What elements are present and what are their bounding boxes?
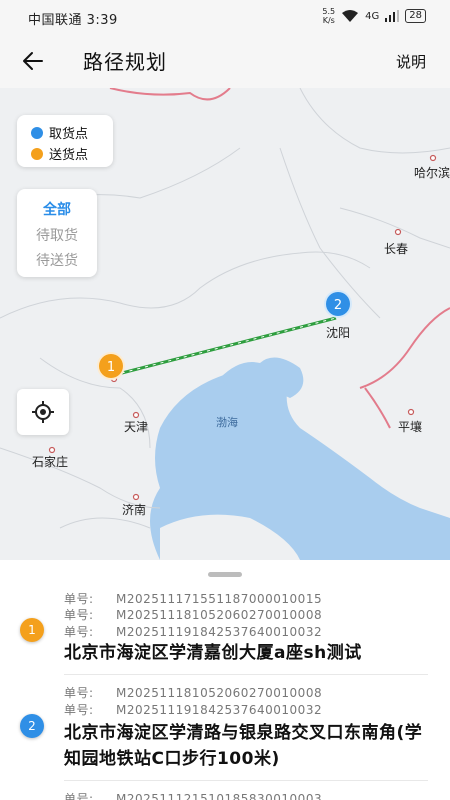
order-number-label: 单号: (64, 792, 94, 800)
help-button[interactable]: 说明 (396, 51, 426, 72)
status-bar: 中国联通 3:39 5.5 K/s 4G 28 (0, 0, 450, 34)
order-number-row: 单号: M20251117155118700001001​5 (64, 590, 322, 607)
order-number-value: M20251119184253764001003​2 (116, 703, 323, 717)
order-number-label: 单号: (64, 625, 94, 639)
delivery-dot-icon (31, 147, 43, 160)
map-marker-delivery[interactable]: 1 (97, 352, 125, 380)
locate-button[interactable] (17, 389, 69, 435)
order-number-row: 单号: M20251119184253764001003​2 (64, 701, 322, 718)
order-address: 北京市海淀区学清路与银泉路交叉口东南角(学知园地铁站C口步行100米) (64, 723, 423, 769)
order-number-row: 单号: M20251118105206027001000​8 (64, 684, 322, 701)
pickup-dot-icon (31, 126, 43, 139)
order-number-row: 单号: M20251119184253764001003​2 (64, 623, 322, 640)
legend-delivery-label: 送货点 (49, 148, 89, 163)
order-badge[interactable]: 2 (20, 714, 44, 738)
speed-unit: K/s (322, 16, 335, 25)
network-speed: 5.5 K/s (322, 7, 335, 25)
order-number-value: M20251119184253764001003​2 (116, 625, 323, 639)
legend-delivery: 送货点 (31, 144, 88, 163)
filter-panel: 全部 待取货 待送货 (17, 189, 97, 277)
order-number-row: 单号: M20251112151018583001000​3 (64, 790, 322, 800)
sheet-drag-handle[interactable] (208, 572, 242, 577)
battery-indicator: 28 (405, 9, 426, 23)
route-map[interactable]: 哈尔滨 长春 沈阳 天津 石家庄 济南 平壤 渤海 1 2 取货点 送货点 全部… (0, 88, 450, 560)
order-number-label: 单号: (64, 608, 94, 622)
order-number-value: M20251118105206027001000​8 (116, 686, 323, 700)
crosshair-icon (32, 401, 54, 423)
map-legend: 取货点 送货点 (17, 115, 113, 167)
cell-signal-icon (385, 10, 400, 22)
order-number-value: M20251118105206027001000​8 (116, 608, 323, 622)
order-badge[interactable]: 1 (20, 618, 44, 642)
map-marker-pickup[interactable]: 2 (324, 290, 352, 318)
legend-pickup: 取货点 (31, 123, 88, 142)
arrow-left-icon (23, 52, 43, 70)
filter-pending-delivery[interactable]: 待送货 (17, 250, 97, 270)
legend-pickup-label: 取货点 (49, 127, 89, 142)
wifi-icon (342, 10, 359, 22)
order-number-row: 单号: M20251118105206027001000​8 (64, 606, 322, 623)
app-bar: 路径规划 说明 (0, 34, 450, 88)
back-button[interactable] (20, 48, 46, 74)
order-number-label: 单号: (64, 703, 94, 717)
carrier-time: 中国联通 3:39 (28, 13, 118, 28)
page-title: 路径规划 (83, 50, 167, 74)
order-number-label: 单号: (64, 592, 94, 606)
filter-pending-pickup[interactable]: 待取货 (17, 225, 97, 245)
signal-label: 4G (365, 10, 380, 22)
order-number-value: M20251117155118700001001​5 (116, 592, 323, 606)
divider (64, 780, 428, 781)
filter-all[interactable]: 全部 (17, 199, 97, 219)
orders-sheet[interactable]: 单号: M20251117155118700001001​5 单号: M202511… (0, 560, 450, 800)
order-address: 北京市海淀区学清嘉创大厦a座sh测试 (64, 643, 362, 663)
order-number-label: 单号: (64, 686, 94, 700)
order-number-value: M20251112151018583001000​3 (116, 792, 323, 800)
divider (64, 674, 428, 675)
status-icons: 5.5 K/s 4G 28 (322, 7, 426, 25)
speed-value: 5.5 (322, 7, 336, 16)
